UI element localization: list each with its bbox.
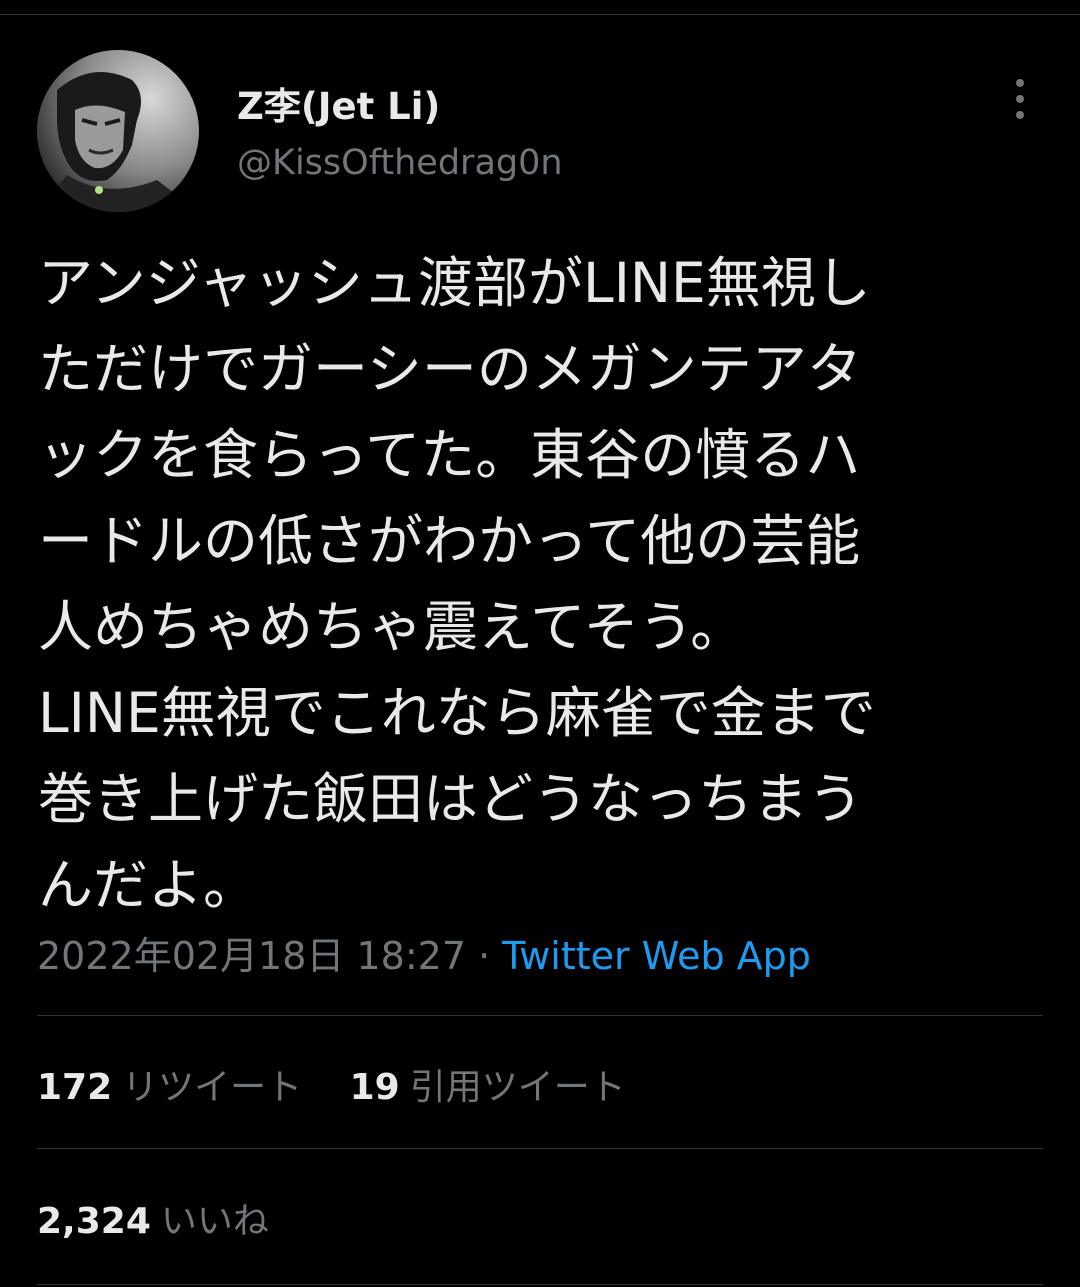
tweet-text-line: ックを食らってた。東谷の憤るハ: [38, 423, 861, 487]
likes-label: いいね: [160, 1201, 269, 1242]
retweets-stat[interactable]: 172 リツイート: [37, 1058, 302, 1110]
quote-tweets-label: 引用ツイート: [409, 1067, 626, 1108]
quote-tweets-stat[interactable]: 19 引用ツイート: [350, 1058, 626, 1110]
avatar[interactable]: [37, 50, 199, 212]
tweet-text-line: LINE無視でこれなら麻雀で金まで: [38, 681, 876, 745]
tweet-timestamp[interactable]: 2022年02月18日 18:27: [37, 934, 466, 978]
meta-separator: ·: [478, 934, 491, 978]
display-name[interactable]: Z李(Jet Li): [237, 76, 440, 130]
likes-count: 2,324: [37, 1201, 151, 1242]
more-vertical-icon-dot: [1016, 111, 1024, 119]
divider: [37, 1015, 1043, 1016]
tweet-meta: 2022年02月18日 18:27 · Twitter Web App: [37, 925, 811, 980]
likes-stats: 2,324 いいね: [37, 1192, 305, 1244]
tweet-text-line: アンジャッシュ渡部がLINE無視し: [38, 251, 871, 315]
divider: [37, 1284, 1043, 1285]
quote-tweets-count: 19: [349, 1067, 400, 1108]
more-vertical-icon-dot: [1016, 95, 1024, 103]
tweet-text-line: 巻き上げた飯田はどうなっちまう: [38, 767, 864, 831]
likes-stat[interactable]: 2,324 いいね: [37, 1192, 269, 1244]
tweet-text-line: 人めちゃめちゃ震えてそう。: [38, 595, 746, 659]
user-handle[interactable]: @KissOfthedrag0n: [237, 143, 563, 183]
tweet-source-link[interactable]: Twitter Web App: [502, 934, 811, 978]
top-divider: [0, 14, 1080, 15]
retweets-count: 172: [37, 1067, 113, 1108]
more-button[interactable]: [1000, 74, 1040, 124]
divider: [37, 1148, 1043, 1149]
tweet-text: アンジャッシュ渡部がLINE無視し ただけでガーシーのメガンテアタ ックを食らっ…: [38, 240, 1048, 928]
retweets-label: リツイート: [122, 1067, 303, 1108]
tweet-text-line: ードルの低さがわかって他の芸能: [38, 509, 861, 573]
engagement-stats: 172 リツイート 19 引用ツイート: [37, 1058, 662, 1110]
more-vertical-icon: [1016, 79, 1024, 87]
avatar-image: [37, 50, 199, 212]
tweet-text-line: んだよ。: [38, 853, 259, 917]
tweet-text-line: ただけでガーシーのメガンテアタ: [38, 337, 862, 401]
